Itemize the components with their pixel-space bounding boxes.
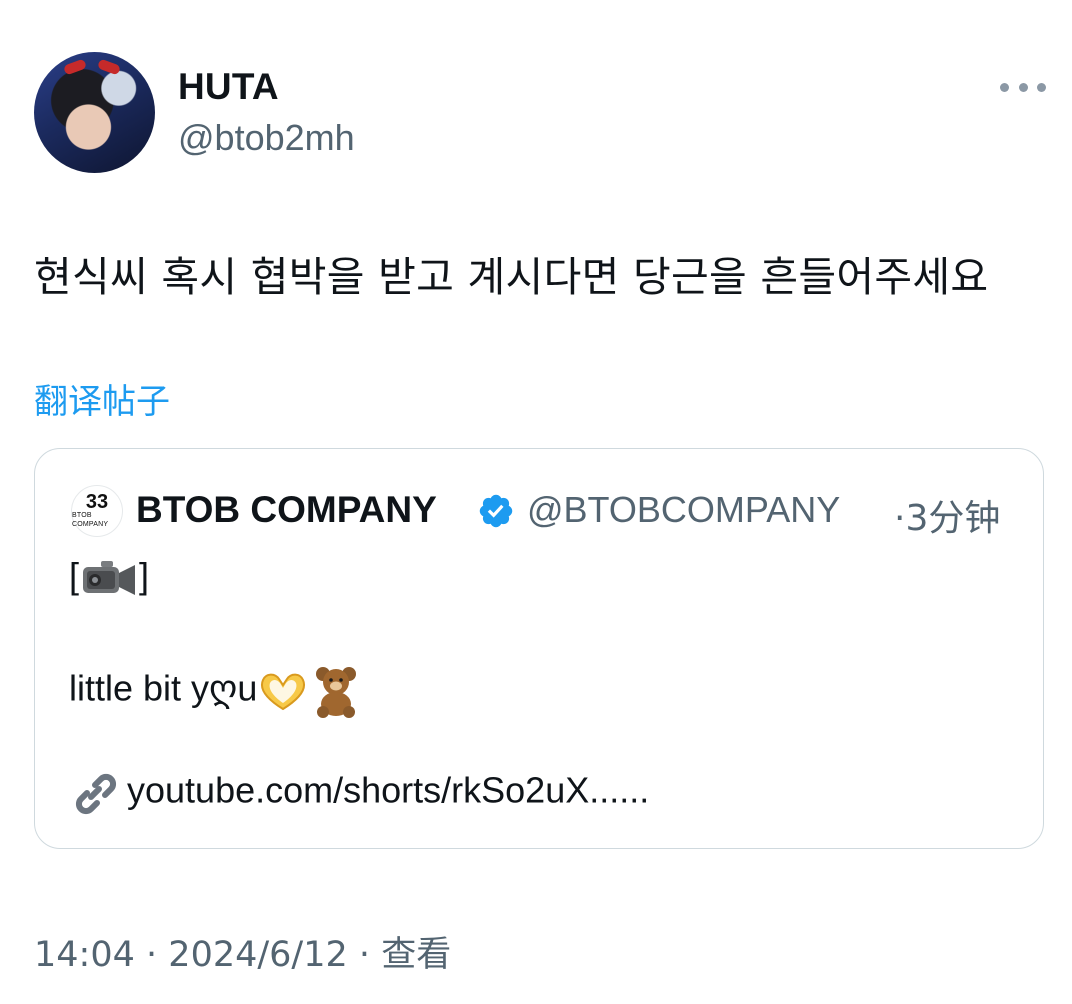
quoted-tweet-card[interactable]: 33 BTOB COMPANY BTOB COMPANY @BTOBCOMPAN… [34,448,1044,849]
quoted-avatar[interactable]: 33 BTOB COMPANY [71,485,123,537]
ellipsis-dot [1000,82,1009,92]
avatar-horn-left [62,58,88,76]
avatar[interactable] [34,52,155,173]
video-camera-icon [83,561,136,596]
bracket-open: [ [69,555,80,596]
quoted-line-camera: [ ] [69,555,149,599]
dot-separator: · [894,498,906,539]
author-display-name[interactable]: HUTA [178,66,279,108]
verified-badge-icon [479,494,513,528]
quoted-link-line[interactable]: youtube.com/shorts/rkSo2uX...... [69,767,649,819]
bracket-close: ] [139,555,150,596]
link-icon [75,773,117,815]
author-handle[interactable]: @btob2mh [178,117,355,159]
tweet-meta: 14:04 · 2024/6/12 · 查看 [34,926,451,977]
meta-separator: · [358,935,371,975]
quoted-text-line: little bit yღu [69,664,363,718]
avatar-horn-right [96,58,122,76]
quoted-avatar-logo: 33 [85,491,109,513]
quoted-avatar-text: BTOB COMPANY [72,512,109,528]
views-label[interactable]: 查看 [381,935,451,975]
tweet-date[interactable]: 2024/6/12 [168,935,347,975]
meta-separator: · [146,935,158,975]
tweet-text: 현식씨 혹시 협박을 받고 계시다면 당근을 흔들어주세요 [34,253,989,301]
teddy-bear-emoji-icon [316,667,357,718]
quoted-link-text[interactable]: youtube.com/shorts/rkSo2uX...... [127,770,649,811]
quoted-display-name[interactable]: BTOB COMPANY [136,489,437,531]
quoted-handle-text: @BTOBCOMPANY [527,489,841,530]
quoted-timestamp[interactable]: ·3分钟 [894,489,1000,541]
tweet-time[interactable]: 14:04 [34,935,135,975]
translate-post-link[interactable]: 翻译帖子 [34,374,170,423]
more-options-icon[interactable] [1000,72,1046,102]
quoted-time-text: 3分钟 [905,498,1001,539]
heart-hands-emoji-icon [261,673,306,711]
quoted-handle[interactable]: @BTOBCOMPANY [527,489,840,531]
ellipsis-dot [1018,82,1028,92]
ellipsis-dot [1037,82,1046,92]
quoted-text: little bit yღu [69,667,258,709]
